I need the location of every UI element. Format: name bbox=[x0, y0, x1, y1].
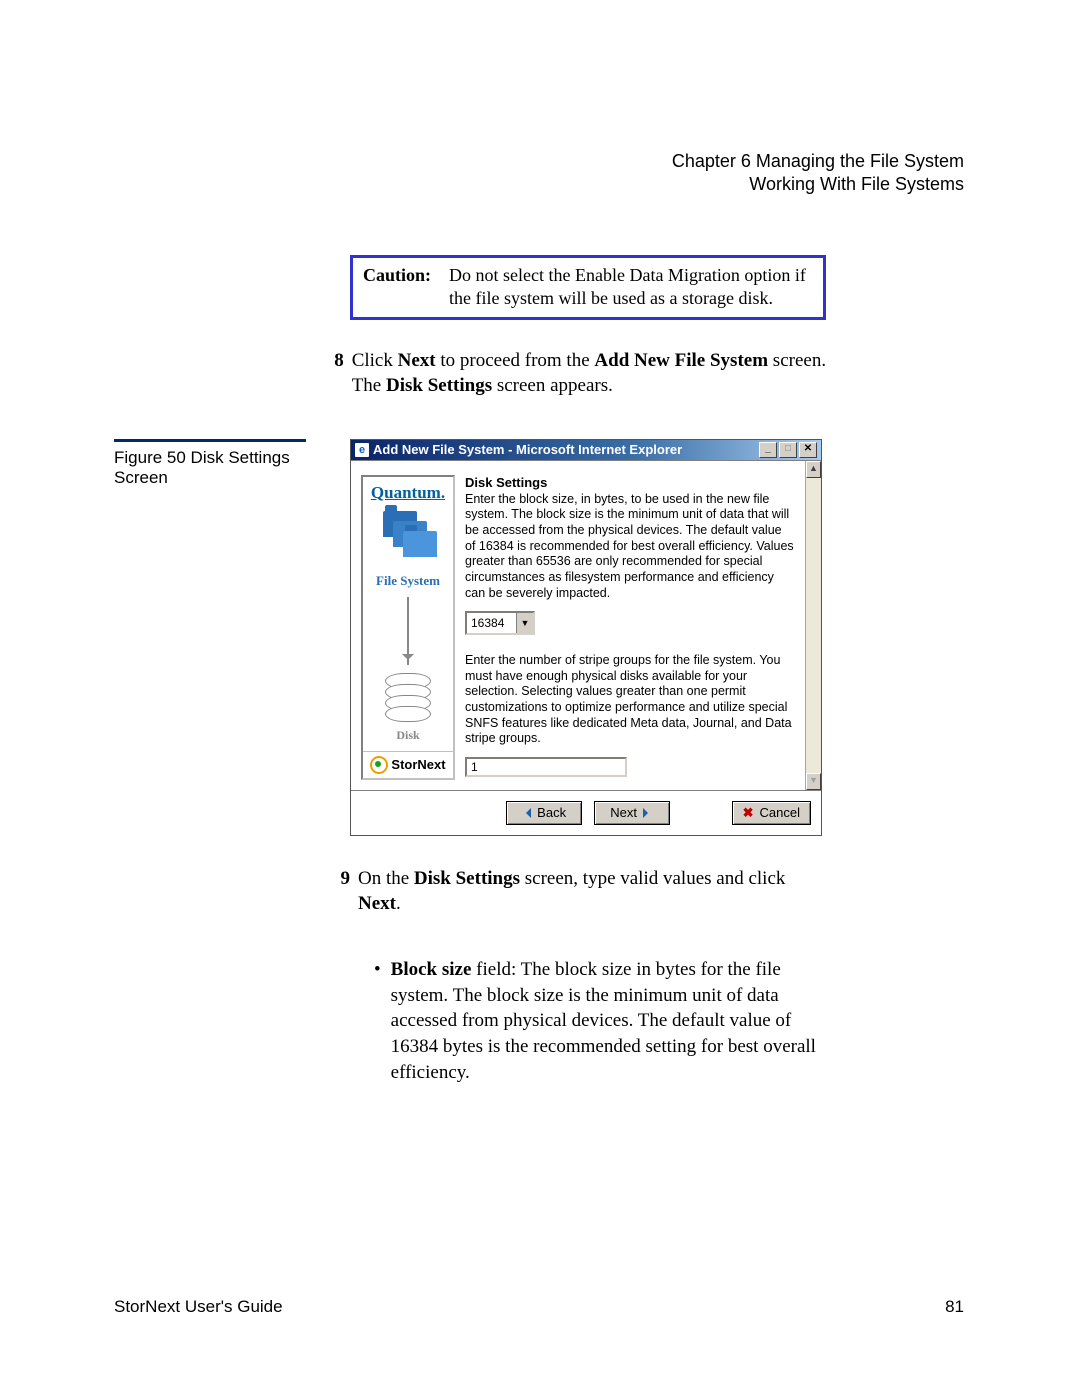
scroll-up-button[interactable]: ▲ bbox=[806, 461, 821, 478]
step-number: 8 bbox=[332, 348, 352, 399]
step-body: Click Next to proceed from the Add New F… bbox=[352, 348, 832, 399]
footer-left: StorNext User's Guide bbox=[114, 1297, 283, 1317]
file-system-label: File System bbox=[363, 573, 453, 589]
stornext-label: StorNext bbox=[391, 757, 445, 772]
page-header: Chapter 6 Managing the File System Worki… bbox=[114, 150, 964, 197]
bullet-block-size: • Block size field: The block size in by… bbox=[374, 957, 834, 1085]
block-size-value: 16384 bbox=[471, 616, 504, 630]
scroll-down-button[interactable]: ▼ bbox=[806, 773, 821, 790]
bullet-text: Block size field: The block size in byte… bbox=[391, 957, 834, 1085]
next-button[interactable]: Next bbox=[594, 801, 670, 825]
chevron-down-icon: ▼ bbox=[516, 613, 533, 633]
window-title: Add New File System - Microsoft Internet… bbox=[373, 442, 682, 457]
figure-caption-rule bbox=[114, 439, 306, 442]
footer-page-number: 81 bbox=[945, 1297, 964, 1317]
x-icon: ✖ bbox=[743, 805, 754, 821]
wizard-button-row: Back Next ✖ Cancel bbox=[351, 790, 821, 835]
figure-caption: Figure 50 Disk Settings Screen bbox=[114, 448, 316, 488]
quantum-logo: Quantum. bbox=[363, 483, 453, 511]
triangle-right-icon bbox=[643, 808, 653, 818]
triangle-left-icon bbox=[521, 808, 531, 818]
stornext-icon bbox=[370, 756, 388, 774]
back-button[interactable]: Back bbox=[506, 801, 582, 825]
stripe-groups-input[interactable] bbox=[465, 757, 627, 777]
caution-box: Caution: Do not select the Enable Data M… bbox=[350, 255, 826, 320]
caution-label: Caution: bbox=[363, 264, 449, 311]
folders-icon bbox=[363, 511, 453, 569]
disk-label: Disk bbox=[363, 728, 453, 743]
bullet-icon: • bbox=[374, 957, 391, 1085]
step-body: On the Disk Settings screen, type valid … bbox=[358, 866, 832, 917]
chapter-line: Chapter 6 Managing the File System bbox=[114, 150, 964, 173]
close-button[interactable]: ✕ bbox=[799, 442, 817, 458]
figure-50: Figure 50 Disk Settings Screen e Add New… bbox=[114, 439, 964, 836]
arrow-down-icon bbox=[407, 597, 409, 665]
block-size-description: Enter the block size, in bytes, to be us… bbox=[465, 492, 795, 601]
cancel-button[interactable]: ✖ Cancel bbox=[732, 801, 811, 825]
stripe-groups-description: Enter the number of stripe groups for th… bbox=[465, 653, 795, 747]
vertical-scrollbar[interactable]: ▲ ▼ bbox=[805, 461, 821, 790]
ie-icon: e bbox=[355, 443, 369, 457]
minimize-button[interactable]: _ bbox=[759, 442, 777, 458]
wizard-side-panel: Quantum. File System Disk bbox=[361, 475, 455, 780]
step-8: 8 Click Next to proceed from the Add New… bbox=[332, 348, 832, 399]
maximize-button[interactable]: □ bbox=[779, 442, 797, 458]
step-number: 9 bbox=[332, 866, 358, 917]
caution-text: Do not select the Enable Data Migration … bbox=[449, 264, 813, 311]
step-9: 9 On the Disk Settings screen, type vali… bbox=[332, 866, 832, 917]
disk-settings-heading: Disk Settings bbox=[465, 475, 795, 490]
page-footer: StorNext User's Guide 81 bbox=[114, 1297, 964, 1317]
disk-settings-screenshot: e Add New File System - Microsoft Intern… bbox=[350, 439, 822, 836]
section-line: Working With File Systems bbox=[114, 173, 964, 196]
disks-icon bbox=[363, 673, 453, 722]
wizard-content: Disk Settings Enter the block size, in b… bbox=[455, 475, 795, 780]
window-titlebar: e Add New File System - Microsoft Intern… bbox=[351, 440, 821, 460]
block-size-select[interactable]: 16384 ▼ bbox=[465, 611, 535, 635]
